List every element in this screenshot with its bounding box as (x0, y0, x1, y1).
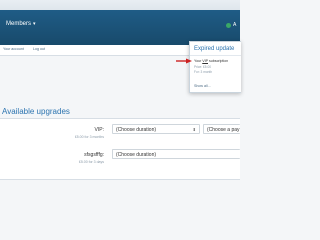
upgrades-list: VIP: £5.00 for 3 months (Choose duration… (0, 118, 240, 180)
user-menu-label: A (233, 22, 237, 28)
nav-members-menu[interactable]: Members ▾ (6, 21, 36, 27)
upgrade-name: VIP: (94, 127, 104, 133)
alert-term: For: 3 month (194, 70, 213, 74)
duration-select[interactable]: (Choose duration) (112, 149, 240, 159)
nav-members-label: Members (6, 21, 32, 27)
main-navbar (0, 10, 240, 45)
list-item: VIP: £5.00 for 3 months (Choose duration… (0, 119, 240, 143)
list-item: sfsgsfffg: £5.00 for 3 days (Choose dura… (0, 144, 240, 168)
upgrade-name: sfsgsfffg: (84, 152, 104, 158)
duration-select[interactable]: (Choose duration) ⬍ (112, 124, 200, 134)
user-menu[interactable]: A (226, 21, 240, 29)
your-account-link[interactable]: Your account (3, 47, 24, 51)
payment-select[interactable]: (Choose a pay (203, 124, 240, 134)
alert-message[interactable]: Your VIP subscription (194, 59, 228, 63)
alert-message-prefix: Your (194, 59, 202, 63)
duration-select-value: (Choose duration) (116, 152, 157, 158)
arrow-right-icon (176, 58, 192, 64)
payment-select-value: (Choose a pay (207, 127, 240, 133)
alert-message-suffix: subscription (209, 59, 229, 63)
alert-message-highlight: VIP (202, 59, 208, 63)
chevron-down-icon: ⬍ (192, 127, 196, 132)
duration-select-value: (Choose duration) (116, 127, 157, 133)
alert-title: Expired update (194, 46, 235, 52)
divider (190, 55, 241, 56)
alert-popup: Expired update Your VIP subscription Pri… (189, 41, 241, 93)
avatar (226, 22, 231, 28)
log-out-link[interactable]: Log out (33, 47, 45, 51)
show-all-link[interactable]: Show all... (194, 84, 211, 88)
chevron-down-icon: ▾ (33, 21, 36, 27)
alert-price: Price: £5.00 (194, 65, 212, 69)
upgrade-price: £5.00 for 3 days (78, 160, 104, 164)
upgrade-price: £5.00 for 3 months (74, 135, 104, 139)
top-strip (0, 0, 240, 10)
